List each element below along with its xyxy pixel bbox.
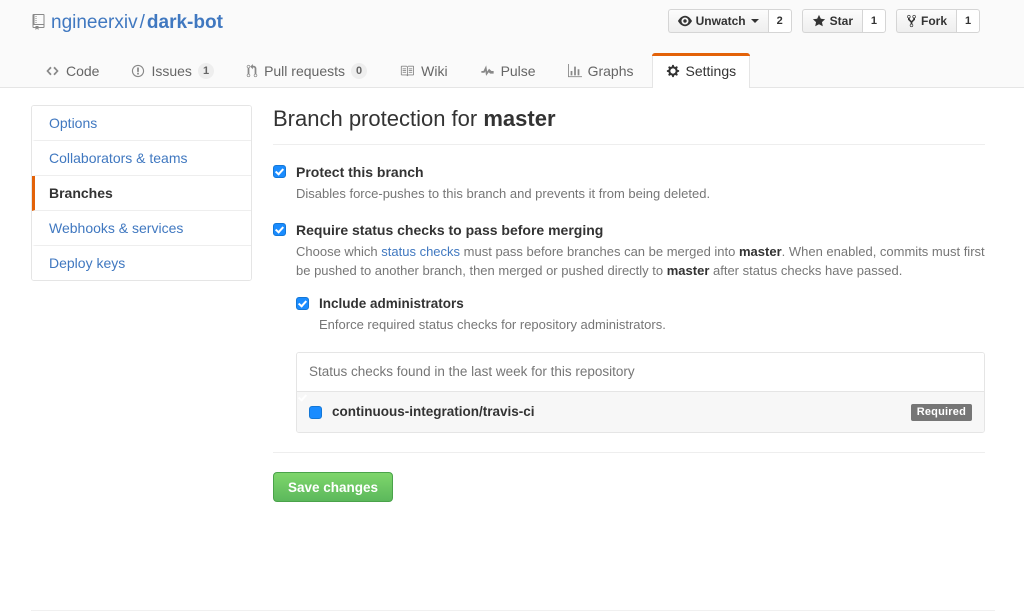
sidebar-item-options[interactable]: Options: [32, 106, 251, 141]
include-administrators-checkbox[interactable]: [296, 297, 309, 310]
tab-wiki[interactable]: Wiki: [385, 53, 461, 88]
status-check-row[interactable]: continuous-integration/travis-ci Require…: [297, 392, 984, 432]
protect-branch-setting: Protect this branch Disables force-pushe…: [273, 163, 985, 203]
sidebar-item-webhooks-services[interactable]: Webhooks & services: [32, 211, 251, 246]
repo-owner-link[interactable]: ngineerxiv: [51, 12, 138, 33]
tab-graphs[interactable]: Graphs: [554, 53, 648, 88]
tab-pull-requests-counter: 0: [351, 63, 368, 79]
status-checks-box: Status checks found in the last week for…: [296, 352, 985, 433]
include-administrators-description: Enforce required status checks for repos…: [319, 317, 666, 332]
desc-part-4: after status checks have passed.: [709, 263, 903, 278]
fork-icon: [906, 14, 917, 28]
require-status-checks-setting: Require status checks to pass before mer…: [273, 221, 985, 502]
tab-settings[interactable]: Settings: [651, 53, 751, 88]
book-icon: [399, 64, 415, 78]
status-check-name: continuous-integration/travis-ci: [332, 404, 535, 419]
protect-branch-description: Disables force-pushes to this branch and…: [296, 186, 711, 201]
fork-button[interactable]: Fork: [895, 9, 956, 33]
git-pull-request-icon: [246, 64, 258, 78]
watch-count[interactable]: 2: [767, 9, 792, 33]
save-changes-button[interactable]: Save changes: [273, 472, 394, 502]
code-icon: [45, 64, 60, 78]
tab-settings-label: Settings: [685, 63, 737, 79]
repo-nav-tabs: Code Issues 1 Pull requests 0 Wiki Pulse…: [31, 53, 754, 88]
gear-icon: [666, 64, 680, 78]
fork-count[interactable]: 1: [956, 9, 980, 33]
fork-button-group: Fork 1: [895, 9, 980, 33]
settings-sidebar: Options Collaborators & teams Branches W…: [31, 105, 252, 281]
include-administrators-label: Include administrators: [319, 296, 464, 311]
status-checks-link[interactable]: status checks: [381, 244, 460, 259]
require-status-checks-description: Choose which status checks must pass bef…: [296, 242, 985, 280]
sidebar-item-branches[interactable]: Branches: [32, 176, 251, 211]
tab-issues-label: Issues: [151, 63, 192, 79]
tab-issues-counter: 1: [197, 63, 215, 79]
sidebar-item-deploy-keys[interactable]: Deploy keys: [32, 246, 251, 280]
eye-icon: [677, 14, 692, 28]
protect-branch-row: Protect this branch Disables force-pushe…: [273, 163, 985, 203]
star-label: Star: [829, 14, 853, 28]
status-check-checkbox[interactable]: [309, 405, 322, 419]
repo-title: ngineerxiv / dark-bot: [31, 11, 223, 37]
desc-part-2: must pass before branches can be merged …: [460, 244, 739, 259]
star-button[interactable]: Star: [801, 9, 862, 33]
protect-branch-label: Protect this branch: [296, 164, 424, 180]
include-administrators-setting: Include administrators Enforce required …: [296, 295, 985, 334]
content-divider: [273, 452, 985, 453]
page-title-prefix: Branch protection for: [273, 106, 484, 131]
desc-part-1: Choose which: [296, 244, 382, 259]
repo-social-actions: Unwatch 2 Star 1 Fork 1: [658, 9, 980, 33]
require-status-checks-checkbox[interactable]: [273, 223, 286, 236]
tab-pull-requests[interactable]: Pull requests 0: [232, 53, 381, 88]
star-icon: [812, 14, 826, 28]
star-count[interactable]: 1: [861, 9, 886, 33]
fork-label: Fork: [920, 14, 947, 28]
repo-header: ngineerxiv / dark-bot Unwatch 2 Star 1 F…: [0, 0, 1024, 88]
repo-separator: /: [139, 12, 145, 33]
issue-opened-icon: [131, 64, 145, 78]
settings-main-content: Branch protection for master Protect thi…: [273, 105, 985, 502]
unwatch-label: Unwatch: [695, 14, 746, 28]
include-administrators-row: Include administrators Enforce required …: [296, 295, 985, 334]
unwatch-button[interactable]: Unwatch: [667, 9, 768, 33]
require-status-checks-label: Require status checks to pass before mer…: [296, 222, 604, 238]
tab-code[interactable]: Code: [31, 53, 113, 88]
sidebar-item-collaborators-teams[interactable]: Collaborators & teams: [32, 141, 251, 176]
page-title: Branch protection for master: [273, 105, 985, 145]
tab-pulse[interactable]: Pulse: [466, 53, 550, 88]
status-checks-box-header: Status checks found in the last week for…: [297, 353, 984, 392]
tab-pulse-label: Pulse: [500, 63, 536, 79]
pulse-icon: [480, 64, 495, 78]
tab-wiki-label: Wiki: [421, 63, 448, 79]
tab-code-label: Code: [66, 63, 100, 79]
tab-issues[interactable]: Issues 1: [117, 53, 228, 88]
graph-icon: [567, 64, 582, 78]
tab-pull-requests-label: Pull requests: [264, 63, 345, 79]
require-status-checks-row: Require status checks to pass before mer…: [273, 221, 985, 280]
chevron-down-icon: [750, 19, 759, 23]
repo-name-link[interactable]: dark-bot: [147, 12, 223, 33]
protect-branch-checkbox[interactable]: [273, 165, 286, 178]
repo-book-icon: [31, 13, 46, 37]
tab-graphs-label: Graphs: [587, 63, 634, 79]
status-badge: Required: [910, 403, 972, 421]
page-title-branch: master: [483, 106, 556, 131]
star-button-group: Star 1: [801, 9, 886, 33]
desc-branch-1: master: [738, 244, 782, 259]
desc-branch-2: master: [666, 263, 710, 278]
watch-button-group: Unwatch 2: [667, 9, 792, 33]
